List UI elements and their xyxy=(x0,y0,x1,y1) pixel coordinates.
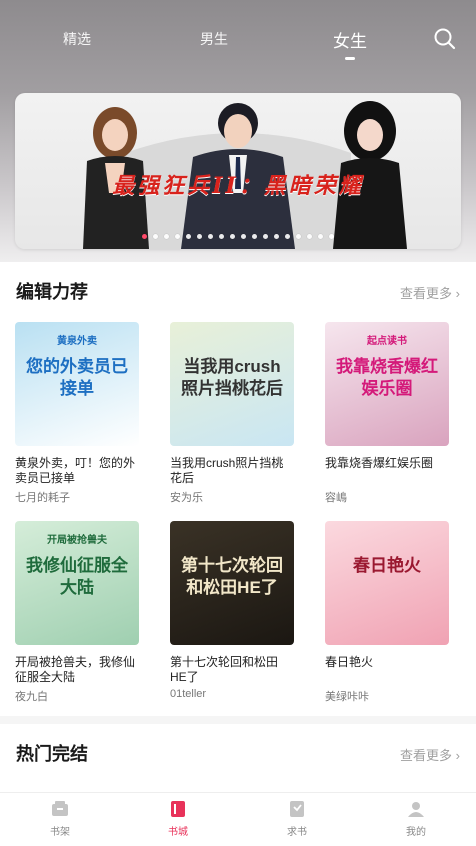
pagination-dot[interactable] xyxy=(285,234,290,239)
nav-bookshelf[interactable]: 书架 xyxy=(20,801,100,838)
tab-featured[interactable]: 精选 xyxy=(63,29,91,49)
pagination-dot[interactable] xyxy=(263,234,268,239)
active-tab-indicator xyxy=(345,57,355,60)
pagination-dot[interactable] xyxy=(230,234,235,239)
nav-request[interactable]: 求书 xyxy=(257,801,337,838)
book-cover[interactable]: 黄泉外卖您的外卖员已接单 xyxy=(15,322,139,446)
status-bar xyxy=(0,0,476,22)
book-author: 容嶋 xyxy=(325,492,347,504)
pagination-dot[interactable] xyxy=(153,234,158,239)
bookstore-icon xyxy=(171,801,185,817)
tab-female[interactable]: 女生 xyxy=(333,27,367,52)
search-icon[interactable] xyxy=(432,26,458,52)
nav-label: 求书 xyxy=(287,827,307,838)
nav-label: 我的 xyxy=(406,827,426,838)
chevron-right-icon: › xyxy=(455,748,460,763)
book-cover[interactable]: 当我用crush照片挡桃花后 xyxy=(170,322,294,446)
editor-picks-section: 编辑力荐 查看更多 › 黄泉外卖您的外卖员已接单黄泉外卖，叮！您的外卖员已接单七… xyxy=(0,262,476,716)
cover-tag: 起点读书 xyxy=(367,336,407,347)
cover-tag: 黄泉外卖 xyxy=(57,336,97,347)
nav-profile[interactable]: 我的 xyxy=(376,801,456,838)
cover-tag: 开局被抢兽夫 xyxy=(47,535,107,546)
nav-bookstore[interactable]: 书城 xyxy=(138,801,218,838)
pagination-dot[interactable] xyxy=(329,234,334,239)
pagination-dot[interactable] xyxy=(142,234,147,239)
pagination-dot[interactable] xyxy=(241,234,246,239)
cover-title: 我靠烧香爆红娱乐圈 xyxy=(336,357,438,398)
pagination-dot[interactable] xyxy=(208,234,213,239)
see-more-link[interactable]: 查看更多 › xyxy=(400,745,460,764)
cover-title: 我修仙征服全大陆 xyxy=(26,556,128,597)
tab-male[interactable]: 男生 xyxy=(200,29,228,49)
profile-icon xyxy=(408,802,424,817)
see-more-label: 查看更多 xyxy=(400,748,453,763)
book-cover[interactable]: 起点读书我靠烧香爆红娱乐圈 xyxy=(325,322,449,446)
book-title[interactable]: 黄泉外卖，叮！您的外卖员已接单 xyxy=(15,456,139,486)
pagination-dot[interactable] xyxy=(186,234,191,239)
section-title: 编辑力荐 xyxy=(16,282,88,302)
pagination-dot[interactable] xyxy=(164,234,169,239)
book-cover[interactable]: 春日艳火 xyxy=(325,521,449,645)
pagination-dot[interactable] xyxy=(274,234,279,239)
book-title[interactable]: 第十七次轮回和松田HE了 xyxy=(170,655,294,685)
cover-title: 您的外卖员已接单 xyxy=(26,357,128,398)
book-title[interactable]: 开局被抢兽夫，我修仙征服全大陆 xyxy=(15,655,139,685)
request-icon xyxy=(290,801,304,817)
category-tabs: 精选 男生 女生 xyxy=(0,24,476,64)
hero-area: 精选 男生 女生 最强狂兵II：黑暗荣耀 xyxy=(0,0,476,262)
nav-label: 书城 xyxy=(168,827,188,838)
cover-title: 当我用crush照片挡桃花后 xyxy=(181,357,283,398)
see-more-link[interactable]: 查看更多 › xyxy=(400,283,460,302)
cover-title: 第十七次轮回和松田HE了 xyxy=(181,556,283,597)
book-author: 安为乐 xyxy=(170,492,203,504)
banner-pagination xyxy=(15,234,461,239)
see-more-label: 查看更多 xyxy=(400,286,453,301)
section-title: 热门完结 xyxy=(16,744,88,764)
banner-title: 最强狂兵II：黑暗荣耀 xyxy=(112,173,364,199)
pagination-dot[interactable] xyxy=(219,234,224,239)
book-cover[interactable]: 第十七次轮回和松田HE了 xyxy=(170,521,294,645)
pagination-dot[interactable] xyxy=(296,234,301,239)
pagination-dot[interactable] xyxy=(197,234,202,239)
book-title[interactable]: 春日艳火 xyxy=(325,655,449,670)
cover-title: 春日艳火 xyxy=(353,556,421,575)
book-cover[interactable]: 开局被抢兽夫我修仙征服全大陆 xyxy=(15,521,139,645)
pagination-dot[interactable] xyxy=(175,234,180,239)
pagination-dot[interactable] xyxy=(318,234,323,239)
book-author: 美绿咔咔 xyxy=(325,691,369,703)
bottom-nav: 书架 书城 求书 我的 xyxy=(0,792,476,846)
chevron-right-icon: › xyxy=(455,286,460,301)
pagination-dot[interactable] xyxy=(252,234,257,239)
book-author: 夜九白 xyxy=(15,691,48,703)
book-title[interactable]: 我靠烧香爆红娱乐圈 xyxy=(325,456,449,471)
bookshelf-icon xyxy=(52,801,68,816)
featured-banner[interactable]: 最强狂兵II：黑暗荣耀 xyxy=(15,93,461,249)
nav-label: 书架 xyxy=(50,827,70,838)
book-author: 01teller xyxy=(170,688,207,700)
pagination-dot[interactable] xyxy=(307,234,312,239)
book-title[interactable]: 当我用crush照片挡桃花后 xyxy=(170,456,294,486)
app-root: 精选 男生 女生 最强狂兵II：黑暗荣耀 编辑力荐 查看更多 › 黄泉外卖 您的… xyxy=(0,0,476,846)
book-author: 七月的耗子 xyxy=(15,492,70,504)
